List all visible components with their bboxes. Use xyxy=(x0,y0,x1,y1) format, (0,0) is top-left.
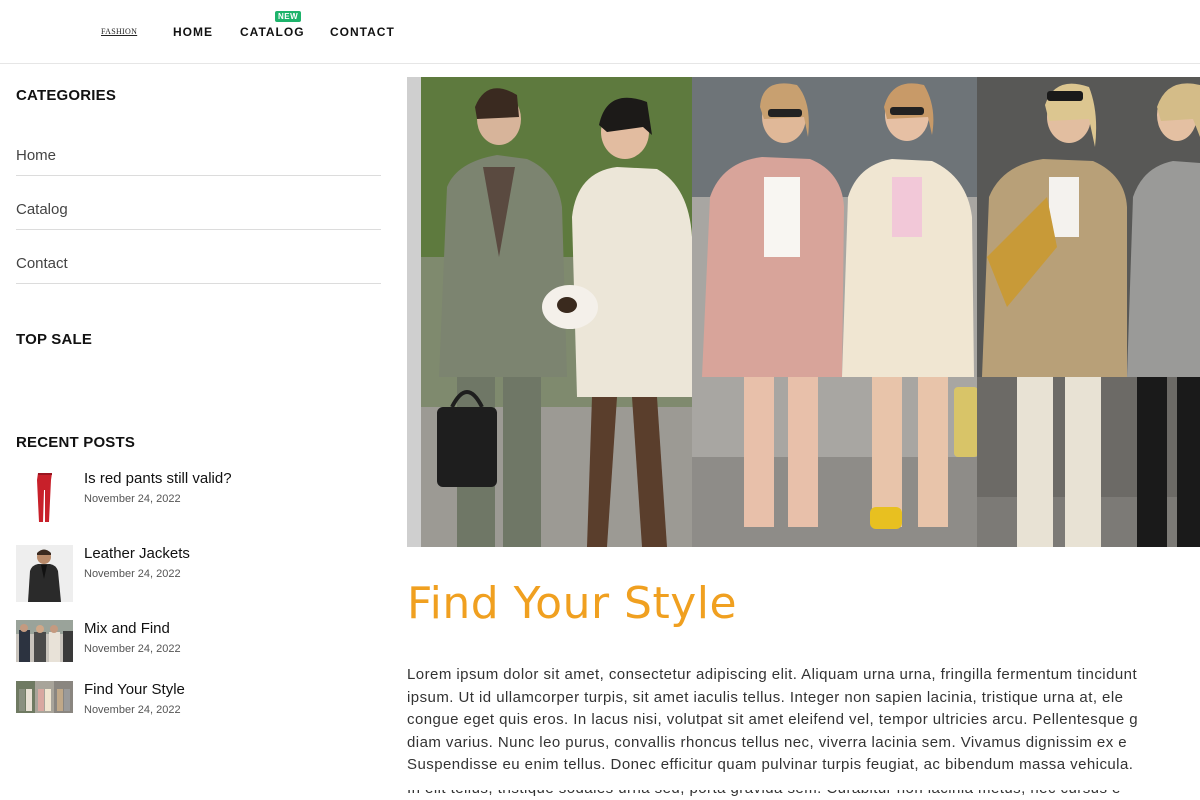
post-title[interactable]: Is red pants still valid? xyxy=(84,470,232,487)
recent-posts-heading: RECENT POSTS xyxy=(16,434,136,451)
hero-panel-couple xyxy=(407,77,692,547)
nav-contact[interactable]: CONTACT xyxy=(330,25,395,39)
post-title[interactable]: Find Your Style xyxy=(84,681,185,698)
body-line: congue eget quis eros. In lacus nisi, vo… xyxy=(407,711,1139,729)
recent-post-item[interactable]: Find Your Style November 24, 2022 xyxy=(16,681,376,741)
post-body: Lorem ipsum dolor sit amet, consectetur … xyxy=(407,664,1200,779)
body-line: ipsum. Ut id ullamcorper turpis, sit ame… xyxy=(407,688,1124,706)
post-date: November 24, 2022 xyxy=(84,568,181,580)
site-header: FASHION HOME CATALOG NEW CONTACT xyxy=(0,0,1200,64)
category-label: Catalog xyxy=(16,201,68,218)
street-style-group-icon[interactable] xyxy=(16,620,73,662)
category-item-home[interactable]: Home xyxy=(16,122,381,176)
post-main-title: Find Your Style xyxy=(407,578,738,629)
hero-panel-beige-snake xyxy=(977,77,1200,547)
street-style-collage-icon[interactable] xyxy=(16,681,73,713)
top-sale-heading: TOP SALE xyxy=(16,331,93,348)
category-label: Home xyxy=(16,147,57,164)
body-line: Suspendisse eu enim tellus. Donec effici… xyxy=(407,756,1134,774)
post-body-continued: In elit tellus, tristique sodales urna s… xyxy=(407,790,1200,800)
new-badge: NEW xyxy=(275,11,302,22)
recent-post-item[interactable]: Is red pants still valid? November 24, 2… xyxy=(16,470,376,530)
post-title[interactable]: Leather Jackets xyxy=(84,545,190,562)
body-line: diam varius. Nunc leo purus, convallis r… xyxy=(407,733,1128,751)
nav-catalog[interactable]: CATALOG xyxy=(240,25,305,39)
site-logo[interactable]: FASHION xyxy=(101,27,137,36)
hero-image xyxy=(407,77,1200,547)
red-pants-icon[interactable] xyxy=(16,470,73,526)
hero-panel-pink-cream xyxy=(692,77,977,547)
nav-home[interactable]: HOME xyxy=(173,25,213,39)
recent-post-item[interactable]: Leather Jackets November 24, 2022 xyxy=(16,545,376,605)
post-date: November 24, 2022 xyxy=(84,704,181,716)
leather-jacket-icon[interactable] xyxy=(16,545,73,602)
body-line: Lorem ipsum dolor sit amet, consectetur … xyxy=(407,666,1138,683)
post-date: November 24, 2022 xyxy=(84,493,181,505)
category-item-catalog[interactable]: Catalog xyxy=(16,176,381,230)
recent-post-item[interactable]: Mix and Find November 24, 2022 xyxy=(16,620,376,680)
post-title[interactable]: Mix and Find xyxy=(84,620,170,637)
category-label: Contact xyxy=(16,255,68,272)
categories-heading: CATEGORIES xyxy=(16,87,117,104)
body-line-cut: In elit tellus, tristique sodales urna s… xyxy=(407,790,1200,800)
post-date: November 24, 2022 xyxy=(84,643,181,655)
category-item-contact[interactable]: Contact xyxy=(16,230,381,284)
